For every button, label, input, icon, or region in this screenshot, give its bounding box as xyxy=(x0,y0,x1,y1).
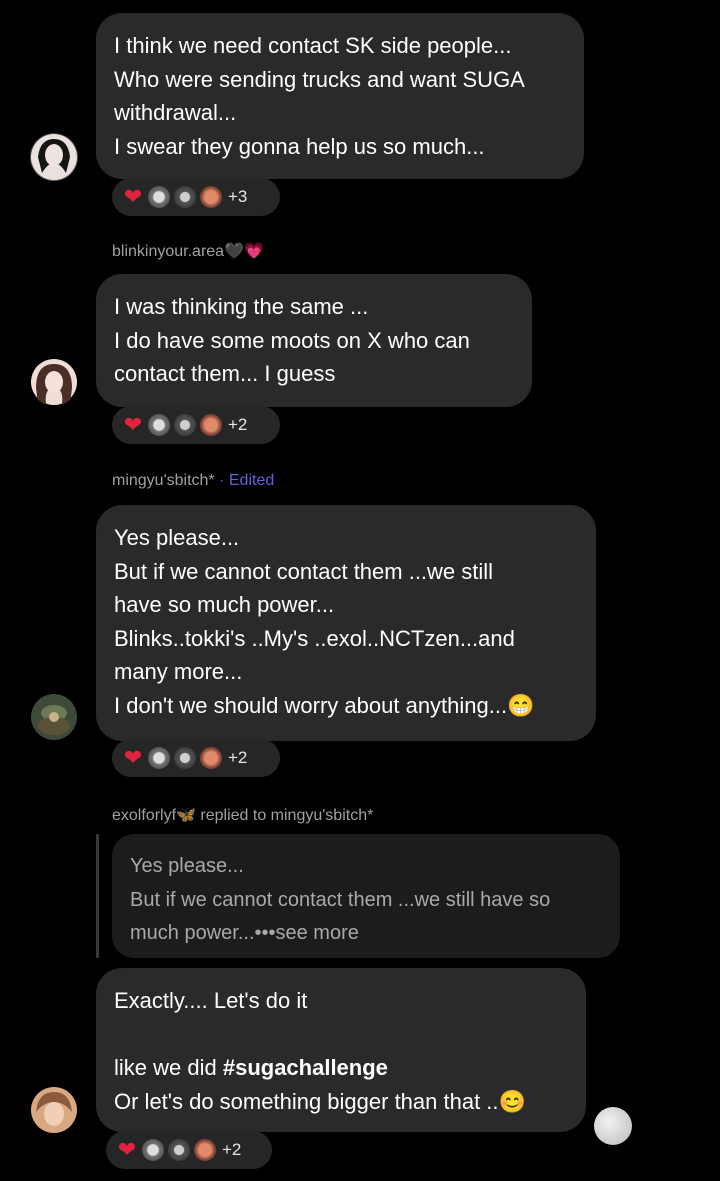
username[interactable]: mingyu'sbitch* · Edited xyxy=(112,472,274,490)
reply-label: replied to mingyu'sbitch* xyxy=(200,807,374,824)
reaction-bar[interactable]: ❤ +2 xyxy=(106,1131,272,1169)
username-text: mingyu'sbitch* xyxy=(112,472,215,489)
message-line: withdrawal... xyxy=(114,100,237,125)
message-bubble-1[interactable]: I think we need contact SK side people..… xyxy=(96,13,584,179)
quoted-message[interactable]: Yes please... But if we cannot contact t… xyxy=(112,834,620,958)
message-text: like we did xyxy=(114,1055,223,1080)
message-bubble-4[interactable]: Exactly.... Let's do it like we did #sug… xyxy=(96,968,586,1132)
avatar-portrait-icon xyxy=(31,1087,77,1133)
reaction-count: +2 xyxy=(228,415,248,434)
username-emoji: 🦋 xyxy=(176,807,196,824)
avatar[interactable] xyxy=(30,358,78,406)
reaction-bar[interactable]: ❤ +3 xyxy=(112,178,280,216)
avatar-portrait-icon xyxy=(31,359,77,405)
sticker-reaction-icon xyxy=(148,414,170,436)
message-line: Exactly.... Let's do it xyxy=(114,988,308,1013)
message-line: Yes please... xyxy=(114,525,240,550)
message-bubble-3[interactable]: Yes please... But if we cannot contact t… xyxy=(96,505,596,741)
avatar[interactable] xyxy=(30,1086,78,1134)
reply-header[interactable]: exolforlyf🦋 replied to mingyu'sbitch* xyxy=(112,805,373,825)
heart-reaction-icon: ❤ xyxy=(123,745,143,770)
message-line: I think we need contact SK side people..… xyxy=(114,33,512,58)
reaction-bar[interactable]: ❤ +2 xyxy=(112,406,280,444)
sticker-reaction-icon xyxy=(174,747,196,769)
message-line: I swear they gonna help us so much... xyxy=(114,133,485,159)
message-line: contact them... I guess xyxy=(114,361,336,386)
quote-line: But if we cannot contact them ...we stil… xyxy=(130,888,551,911)
message-line: I was thinking the same ... xyxy=(114,294,369,319)
username-text: blinkinyour.area xyxy=(112,243,225,260)
sticker-reaction-icon xyxy=(168,1139,190,1161)
message-bubble-2[interactable]: I was thinking the same ... I do have so… xyxy=(96,274,532,407)
sticker-reaction-icon xyxy=(194,1139,216,1161)
edited-label: · Edited xyxy=(219,472,275,489)
message-line: have so much power... xyxy=(114,592,335,617)
username[interactable]: blinkinyour.area🖤💗 xyxy=(112,241,264,261)
floating-touch-indicator[interactable] xyxy=(594,1107,632,1145)
avatar[interactable] xyxy=(30,133,78,181)
heart-reaction-icon: ❤ xyxy=(123,412,143,437)
username-emoji: 🖤💗 xyxy=(224,243,264,260)
avatar[interactable] xyxy=(30,693,78,741)
reaction-count: +3 xyxy=(228,187,248,206)
message-line: Who were sending trucks and want SUGA xyxy=(114,66,525,92)
quote-divider xyxy=(96,834,99,958)
username-text: exolforlyf xyxy=(112,807,177,824)
sticker-reaction-icon xyxy=(148,747,170,769)
heart-reaction-icon: ❤ xyxy=(123,184,143,209)
hashtag-link[interactable]: #sugachallenge xyxy=(223,1055,388,1080)
sticker-reaction-icon xyxy=(174,186,196,208)
sticker-reaction-icon xyxy=(142,1139,164,1161)
message-line: But if we cannot contact them ...we stil… xyxy=(114,558,494,584)
message-line: many more... xyxy=(114,659,243,684)
avatar-portrait-icon xyxy=(31,694,77,740)
message-line: I do have some moots on X who can xyxy=(114,327,470,353)
avatar-portrait-icon xyxy=(31,134,77,180)
message-line: Blinks..tokki's ..My's ..exol..NCTzen...… xyxy=(114,625,515,651)
quote-line: Yes please... xyxy=(130,855,244,877)
message-line: Or let's do something bigger than that .… xyxy=(114,1088,526,1114)
quote-line: much power...•••see more xyxy=(130,922,359,944)
sticker-reaction-icon xyxy=(200,186,222,208)
reaction-bar[interactable]: ❤ +2 xyxy=(112,739,280,777)
sticker-reaction-icon xyxy=(174,414,196,436)
message-line: like we did #sugachallenge xyxy=(114,1051,568,1085)
reaction-count: +2 xyxy=(222,1140,242,1159)
heart-reaction-icon: ❤ xyxy=(117,1137,137,1162)
sticker-reaction-icon xyxy=(200,414,222,436)
message-line: I don't we should worry about anything..… xyxy=(114,692,535,718)
reaction-count: +2 xyxy=(228,748,248,767)
sticker-reaction-icon xyxy=(200,747,222,769)
sticker-reaction-icon xyxy=(148,186,170,208)
